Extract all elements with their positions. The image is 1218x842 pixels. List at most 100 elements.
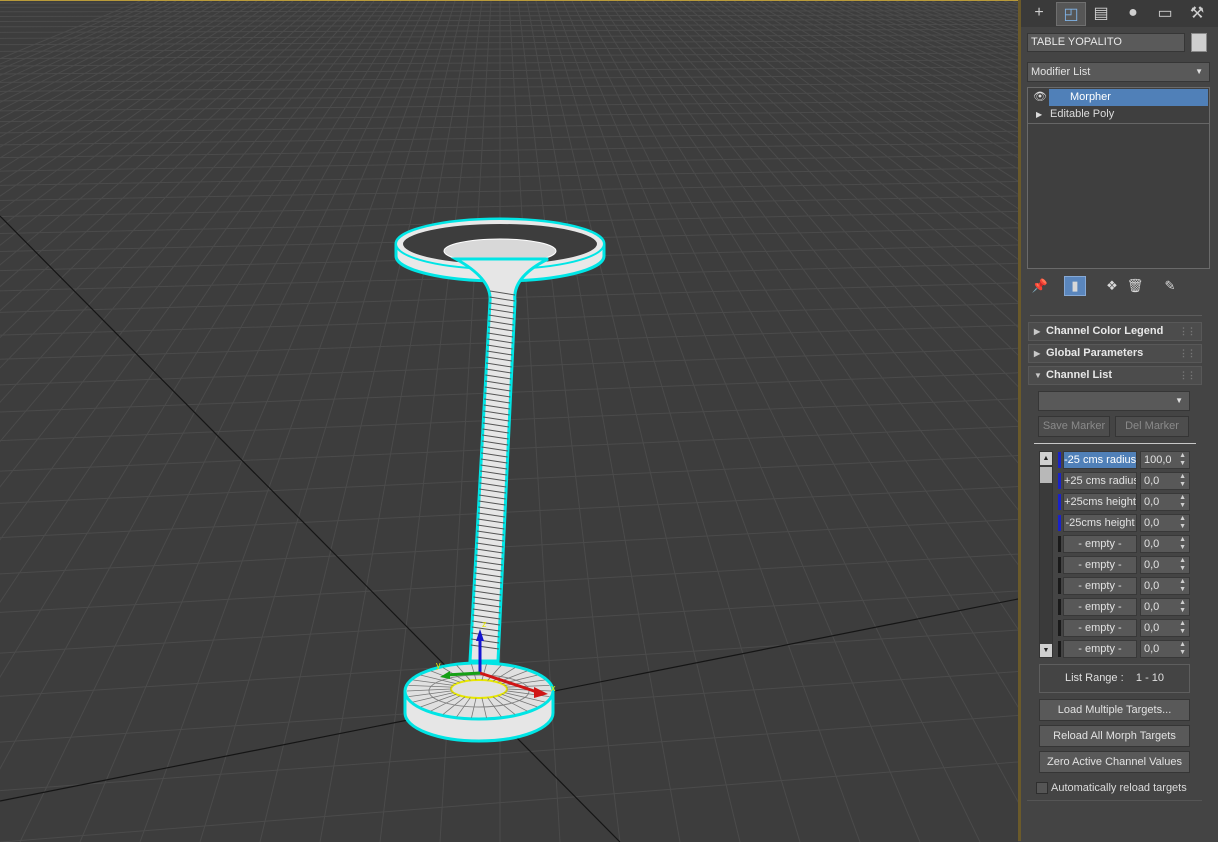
expand-triangle-icon[interactable]: ▶ [1036,106,1042,123]
zero-active-channel-values-button[interactable]: Zero Active Channel Values [1039,751,1190,773]
channel-scrollbar[interactable]: ▲ ▼ [1039,451,1053,658]
channel-color-indicator [1058,557,1061,573]
channel-name-button[interactable]: +25cms height [1063,493,1137,511]
rollout-title: Channel List [1046,369,1112,381]
list-range-label: List Range : [1065,672,1124,684]
channel-value-spinner[interactable]: 0,0▲▼ [1140,556,1190,574]
modifier-list-dropdown[interactable]: Modifier List ▼ [1027,62,1210,82]
perspective-viewport[interactable]: x y z [0,0,1018,842]
viewport-canvas[interactable]: x y z [0,1,1018,842]
stack-item-editable-poly[interactable]: ▶ Editable Poly [1028,106,1209,123]
spinner-arrows-icon[interactable]: ▲▼ [1179,536,1186,552]
channel-value: 100,0 [1144,454,1172,466]
channel-name-button[interactable]: - empty - [1063,598,1137,616]
channel-row[interactable]: - empty - 0,0 ▲▼ [1058,598,1192,616]
hierarchy-icon[interactable]: ▤ [1087,2,1115,24]
channel-row[interactable]: - empty -0,0▲▼ [1058,619,1192,637]
channel-name-button[interactable]: - empty - [1063,619,1137,637]
stack-divider [1028,123,1209,124]
channel-color-indicator [1058,536,1061,552]
channel-value-spinner[interactable]: 0,0▲▼ [1140,472,1190,490]
channel-color-indicator [1058,515,1061,531]
channel-row[interactable]: - empty -0,0▲▼ [1058,556,1192,574]
channel-color-indicator [1058,620,1061,636]
channel-value-spinner[interactable]: 0,0▲▼ [1140,514,1190,532]
configure-modifier-sets-icon[interactable]: ✎ [1159,276,1181,296]
make-unique-icon[interactable]: ❖ [1101,276,1123,296]
scroll-up-icon[interactable]: ▲ [1040,452,1052,465]
table-yopalito-mesh[interactable] [396,219,604,741]
spinner-arrows-icon[interactable]: ▲▼ [1179,557,1186,573]
spinner-arrows-icon[interactable]: ▲▼ [1179,515,1186,531]
list-range-value: 1 - 10 [1136,672,1164,684]
channel-name-button[interactable]: - empty - [1063,535,1137,553]
save-marker-button[interactable]: Save Marker [1038,416,1110,437]
reload-all-morph-targets-button[interactable]: Reload All Morph Targets [1039,725,1190,747]
spinner-arrows-icon[interactable]: ▲▼ [1179,473,1186,489]
stack-item-label: Morpher [1049,89,1208,106]
load-multiple-targets-button[interactable]: Load Multiple Targets... [1039,699,1190,721]
channel-row[interactable]: +25 cms radius0,0▲▼ [1058,472,1192,490]
channel-name-button[interactable]: +25 cms radius [1063,472,1137,490]
auto-reload-checkbox[interactable] [1036,782,1048,794]
channel-value: 0,0 [1144,601,1159,613]
plus-icon[interactable]: + [1025,2,1053,24]
spinner-arrows-icon[interactable]: ▲▼ [1179,452,1186,468]
scroll-thumb[interactable] [1040,467,1052,483]
stack-item-morpher[interactable]: 👁 Morpher [1028,89,1209,106]
channel-value-spinner[interactable]: 0,0▲▼ [1140,535,1190,553]
modifier-list-label: Modifier List [1031,66,1090,78]
channel-value-spinner[interactable]: 0,0▲▼ [1140,640,1190,658]
display-icon[interactable]: ▭ [1151,2,1179,24]
remove-modifier-icon[interactable]: 🗑 [1124,276,1146,296]
modify-icon[interactable]: ◰ [1056,2,1086,26]
rollout-channel-color-legend[interactable]: ▶ Channel Color Legend ⋮⋮ [1028,322,1202,341]
rollout-global-parameters[interactable]: ▶ Global Parameters ⋮⋮ [1028,344,1202,363]
channel-list-divider [1034,443,1196,444]
eye-icon[interactable]: 👁 [1033,89,1047,106]
channel-name-button[interactable]: -25cms height [1063,514,1137,532]
channel-row[interactable]: - empty -0,0▲▼ [1058,577,1192,595]
channel-name-button[interactable]: - empty - [1063,556,1137,574]
channel-row[interactable]: +25cms height0,0▲▼ [1058,493,1192,511]
channel-value-spinner[interactable]: 0,0▲▼ [1140,619,1190,637]
marker-dropdown[interactable]: ▼ [1038,391,1190,411]
rollout-channel-list[interactable]: ▼ Channel List ⋮⋮ [1028,366,1202,385]
chevron-down-icon: ▼ [1175,392,1183,410]
channel-value-spinner[interactable]: 0,0▲▼ [1140,577,1190,595]
object-name-field[interactable]: TABLE YOPALITO [1027,33,1185,52]
show-end-result-icon[interactable]: ▮ [1064,276,1086,296]
channel-row[interactable]: - empty -0,0▲▼ [1058,640,1192,658]
motion-icon[interactable]: ● [1119,2,1147,24]
del-marker-button[interactable]: Del Marker [1115,416,1189,437]
channel-name-button[interactable]: - empty - [1063,577,1137,595]
spinner-arrows-icon[interactable]: ▲▼ [1179,641,1186,657]
channel-row[interactable]: -25cms height0,0▲▼ [1058,514,1192,532]
channel-name-button[interactable]: -25 cms radius [1063,451,1137,469]
object-color-swatch[interactable] [1191,33,1207,52]
stack-item-label: Editable Poly [1050,106,1114,123]
spinner-arrows-icon[interactable]: ▲▼ [1179,494,1186,510]
chevron-down-icon: ▼ [1195,63,1203,81]
list-range-box: List Range : 1 - 10 [1039,664,1190,693]
spinner-arrows-icon[interactable]: ▲▼ [1179,620,1186,636]
wrench-icon[interactable]: ⚒ [1183,2,1211,24]
spinner-arrows-icon[interactable]: ▲▼ [1179,578,1186,594]
rollout-bottom-edge [1027,800,1202,801]
pin-stack-icon[interactable]: 📌 [1029,276,1051,296]
channel-name-button[interactable]: - empty - [1063,640,1137,658]
channel-value-spinner[interactable]: 0,0▲▼ [1140,493,1190,511]
channel-row[interactable]: - empty -0,0▲▼ [1058,535,1192,553]
spinner-arrows-icon[interactable]: ▲▼ [1179,599,1186,615]
channel-value-spinner[interactable]: 0,0 ▲▼ [1140,598,1190,616]
channel-row[interactable]: -25 cms radius 100,0 ▲▼ [1058,451,1192,469]
auto-reload-checkbox-row[interactable]: Automatically reload targets [1036,780,1187,796]
grip-icon: ⋮⋮ [1179,345,1195,362]
gizmo-x-label: x [551,683,556,693]
channel-color-indicator [1058,452,1061,468]
command-panel-tabs: + ◰ ▤ ● ▭ ⚒ [1021,0,1218,27]
channel-color-indicator [1058,599,1061,615]
channel-value-spinner[interactable]: 100,0 ▲▼ [1140,451,1190,469]
modifier-stack[interactable]: 👁 Morpher ▶ Editable Poly [1027,87,1210,269]
scroll-down-icon[interactable]: ▼ [1040,644,1052,657]
